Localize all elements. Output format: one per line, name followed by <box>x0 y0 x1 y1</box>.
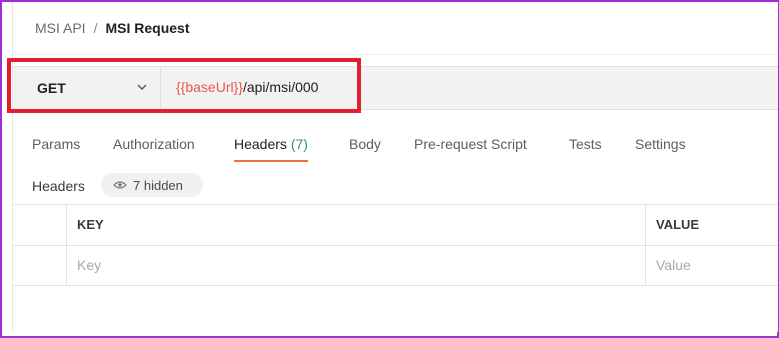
request-tabs: Params Authorization Headers (7) Body Pr… <box>13 134 778 168</box>
table-header-row: KEY VALUE <box>13 205 778 246</box>
tab-headers[interactable]: Headers (7) <box>234 136 308 162</box>
breadcrumb-separator: / <box>93 20 98 36</box>
column-header-key: KEY <box>77 217 104 232</box>
highlight-annotation-box <box>7 58 361 113</box>
headers-toolbar: Headers 7 hidden <box>13 173 778 199</box>
key-input[interactable]: Key <box>77 257 101 273</box>
hidden-headers-toggle[interactable]: 7 hidden <box>101 173 203 197</box>
tab-settings[interactable]: Settings <box>635 136 686 152</box>
tab-params[interactable]: Params <box>32 136 80 152</box>
tab-tests[interactable]: Tests <box>569 136 602 152</box>
hidden-headers-label: 7 hidden <box>133 177 183 193</box>
table-row: Key Value <box>13 245 778 285</box>
headers-title: Headers <box>32 178 85 194</box>
breadcrumb-collection[interactable]: MSI API <box>35 20 86 36</box>
active-tab-indicator <box>234 160 308 162</box>
tab-headers-label: Headers <box>234 136 287 152</box>
request-panel: MSI API / MSI Request GET {{baseUrl}}/ap… <box>12 2 778 332</box>
tab-authorization[interactable]: Authorization <box>113 136 195 152</box>
breadcrumb: MSI API / MSI Request <box>13 2 778 55</box>
tab-pre-request-script[interactable]: Pre-request Script <box>414 136 527 152</box>
tab-body[interactable]: Body <box>349 136 381 152</box>
eye-icon <box>113 181 127 189</box>
tab-headers-count: (7) <box>290 136 308 152</box>
headers-table: KEY VALUE Key Value <box>13 204 778 286</box>
column-header-value: VALUE <box>656 217 700 232</box>
value-input[interactable]: Value <box>656 257 691 273</box>
breadcrumb-request-name[interactable]: MSI Request <box>105 20 189 36</box>
